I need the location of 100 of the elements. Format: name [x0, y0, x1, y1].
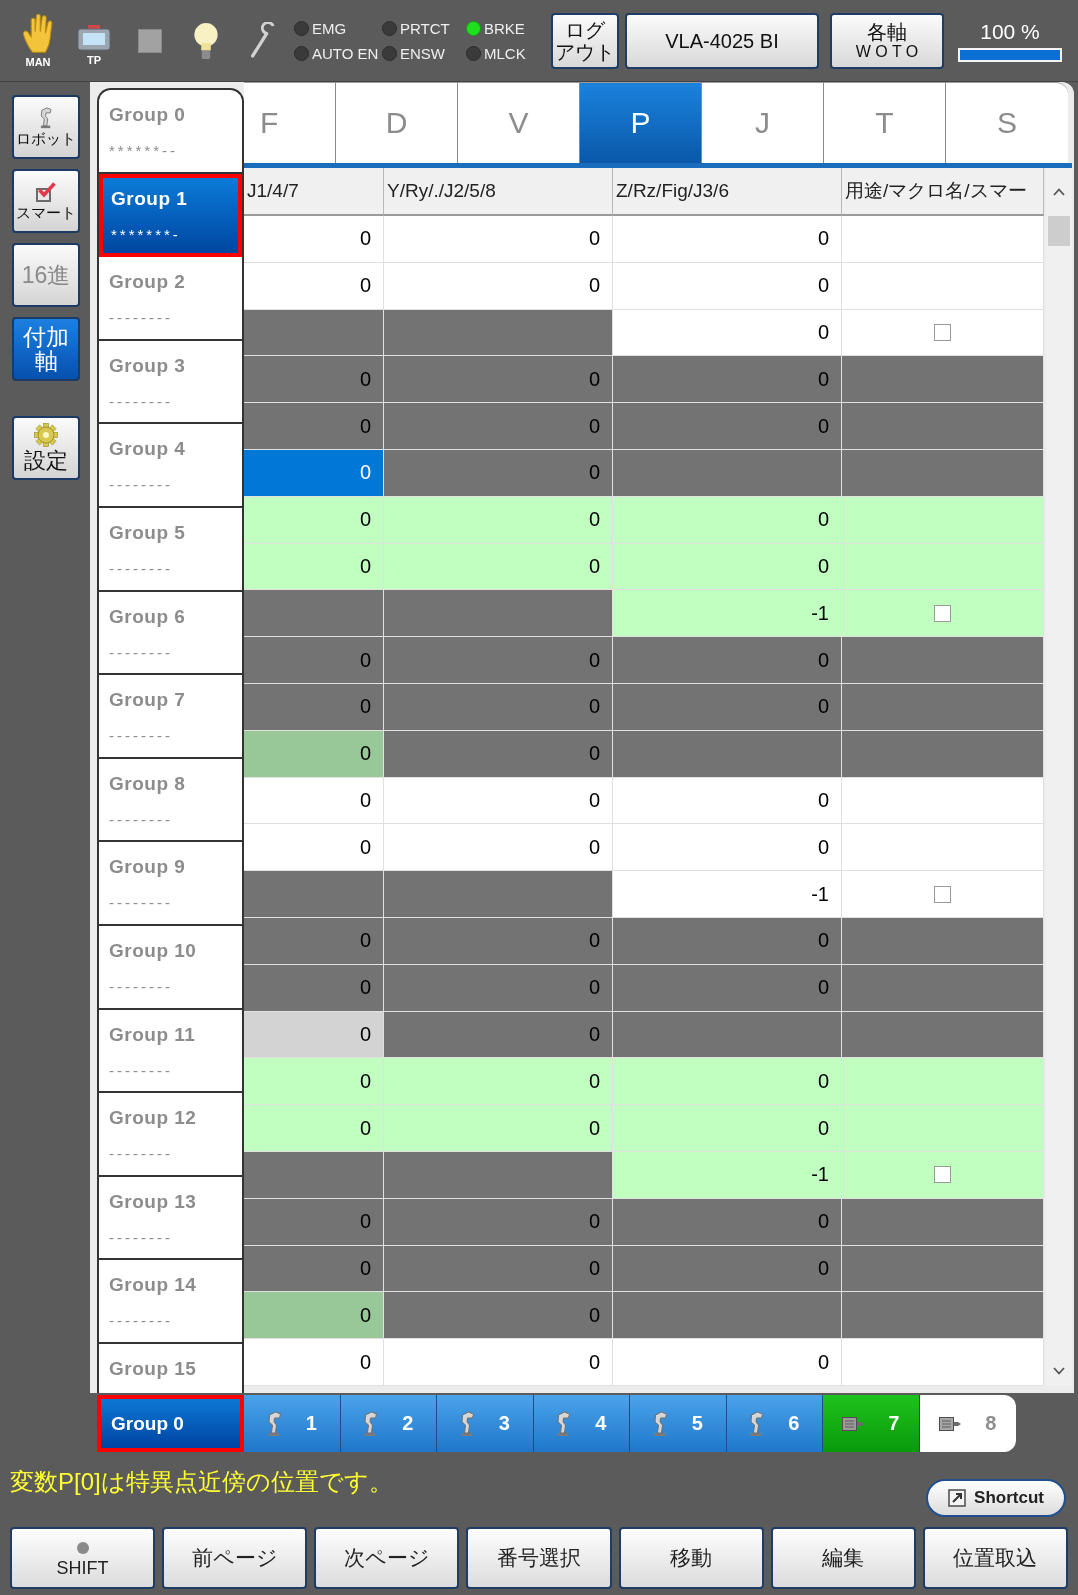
- group-item[interactable]: Group 2 --------: [99, 257, 242, 341]
- checkbox[interactable]: [934, 885, 951, 903]
- settings-button[interactable]: 設定: [12, 416, 80, 480]
- robot-tab[interactable]: 2: [340, 1395, 437, 1452]
- robot-tab[interactable]: 5: [630, 1395, 727, 1452]
- sidebar-button[interactable]: 付加軸: [12, 317, 80, 381]
- toolbar-button[interactable]: TP: [77, 15, 111, 66]
- checkbox[interactable]: [934, 1166, 951, 1184]
- table-cell: 0: [384, 262, 613, 310]
- table-cell: 0: [384, 543, 613, 591]
- table-cell: 0: [613, 496, 842, 544]
- toolbar-button[interactable]: [138, 28, 162, 53]
- lamp-label: MLCK: [484, 44, 526, 62]
- tab[interactable]: S: [946, 82, 1068, 163]
- table-cell: 0: [244, 917, 384, 965]
- table-cell: 0: [384, 216, 613, 263]
- current-group-button[interactable]: Group 0: [97, 1395, 244, 1452]
- group-item[interactable]: Group 4 --------: [99, 424, 242, 508]
- lamp-label: BRKE: [484, 19, 525, 37]
- table-cell: 0: [244, 1292, 384, 1340]
- shift-button[interactable]: SHIFT: [10, 1527, 156, 1589]
- group-item[interactable]: Group 1 *******-: [99, 173, 242, 258]
- axis-button[interactable]: 各軸 W O T O: [830, 12, 944, 69]
- scrollbar[interactable]: [1046, 168, 1072, 1386]
- toolbar-button[interactable]: MAN: [22, 13, 54, 68]
- function-button[interactable]: 番号選択: [466, 1527, 612, 1589]
- table-cell: 0: [244, 1198, 384, 1246]
- function-button[interactable]: 編集: [770, 1527, 916, 1589]
- table-cell: 0: [244, 496, 384, 544]
- checkbox[interactable]: [934, 604, 951, 622]
- group-item[interactable]: Group 14 --------: [99, 1260, 242, 1344]
- table-cell: 0: [244, 1058, 384, 1106]
- table-cell: 0: [384, 683, 613, 731]
- table-cell: 0: [384, 1245, 613, 1293]
- table-cell: 0: [384, 964, 613, 1012]
- robot-tab[interactable]: 7: [823, 1395, 920, 1452]
- tab[interactable]: F: [244, 82, 336, 163]
- column-header: Z/Rz/Fig/J3/6: [613, 168, 842, 216]
- function-button[interactable]: 前ページ: [162, 1527, 308, 1589]
- toolbar-button[interactable]: [193, 22, 219, 59]
- table-cell: 0: [244, 1245, 384, 1293]
- function-button[interactable]: 位置取込: [922, 1527, 1068, 1589]
- robot-select-button[interactable]: VLA-4025 BI: [625, 12, 819, 69]
- group-item[interactable]: Group 3 --------: [99, 340, 242, 425]
- function-button[interactable]: 移動: [618, 1527, 764, 1589]
- robot-tab[interactable]: 3: [437, 1395, 534, 1452]
- tab[interactable]: T: [824, 82, 946, 163]
- wrench-icon: [248, 21, 276, 60]
- tab[interactable]: D: [336, 82, 458, 163]
- table-cell: 0: [244, 730, 384, 778]
- group-item[interactable]: Group 12 --------: [99, 1093, 242, 1177]
- table-cell: -1: [613, 590, 842, 638]
- chevron-up-icon: [1053, 188, 1065, 196]
- shortcut-button[interactable]: Shortcut: [926, 1479, 1066, 1517]
- group-item[interactable]: Group 15: [99, 1343, 242, 1393]
- scrollbar-thumb[interactable]: [1048, 216, 1070, 246]
- square-icon: [138, 28, 162, 53]
- logout-button[interactable]: ログ アウト: [551, 12, 619, 69]
- table-cell: 0: [613, 543, 842, 591]
- table-cell: 0: [613, 1245, 842, 1293]
- table-cell: 0: [613, 824, 842, 872]
- group-item[interactable]: Group 11 --------: [99, 1009, 242, 1094]
- table-cell: 0: [613, 1058, 842, 1106]
- table-cell: 0: [613, 683, 842, 731]
- group-item[interactable]: Group 5 --------: [99, 507, 242, 592]
- table-cell: 0: [384, 824, 613, 872]
- table-cell: 0: [244, 543, 384, 591]
- table-cell: 0: [613, 216, 842, 263]
- table-cell: 0: [384, 1011, 613, 1059]
- robot-arm-icon: [459, 1410, 475, 1437]
- checkbox[interactable]: [934, 324, 951, 341]
- group-item[interactable]: Group 13 --------: [99, 1176, 242, 1261]
- table-cell: -1: [613, 1151, 842, 1199]
- group-item[interactable]: Group 10 --------: [99, 925, 242, 1010]
- speed-reading: 100 %: [980, 19, 1040, 44]
- group-item[interactable]: Group 8 --------: [99, 758, 242, 843]
- column-header: 用途/マクロ名/スマー: [842, 168, 1044, 216]
- toolbar-button[interactable]: [248, 21, 276, 60]
- sidebar-button[interactable]: ロボット: [12, 95, 80, 159]
- column-header: J1/4/7: [244, 168, 384, 216]
- table-cell: 0: [384, 1339, 613, 1386]
- function-button[interactable]: 次ページ: [314, 1527, 460, 1589]
- lightbulb-icon: [193, 22, 219, 59]
- table-cell: 0: [384, 1198, 613, 1246]
- table-cell: 0: [244, 1011, 384, 1059]
- tab[interactable]: J: [702, 82, 824, 163]
- group-item[interactable]: Group 9 --------: [99, 842, 242, 926]
- sidebar-button[interactable]: スマート: [12, 169, 80, 233]
- robot-tab[interactable]: 6: [726, 1395, 823, 1452]
- group-item[interactable]: Group 7 --------: [99, 675, 242, 759]
- group-item[interactable]: Group 6 --------: [99, 591, 242, 676]
- robot-arm-icon: [266, 1410, 282, 1437]
- lamp-label: PRTCT: [400, 19, 450, 37]
- tab[interactable]: V: [458, 82, 580, 163]
- motor-icon: [939, 1416, 962, 1431]
- tab[interactable]: P: [580, 82, 702, 163]
- robot-tab[interactable]: 1: [244, 1395, 341, 1452]
- table-cell: 0: [244, 450, 384, 497]
- robot-tab[interactable]: 4: [533, 1395, 630, 1452]
- column-header: Y/Ry/./J2/5/8: [384, 168, 613, 216]
